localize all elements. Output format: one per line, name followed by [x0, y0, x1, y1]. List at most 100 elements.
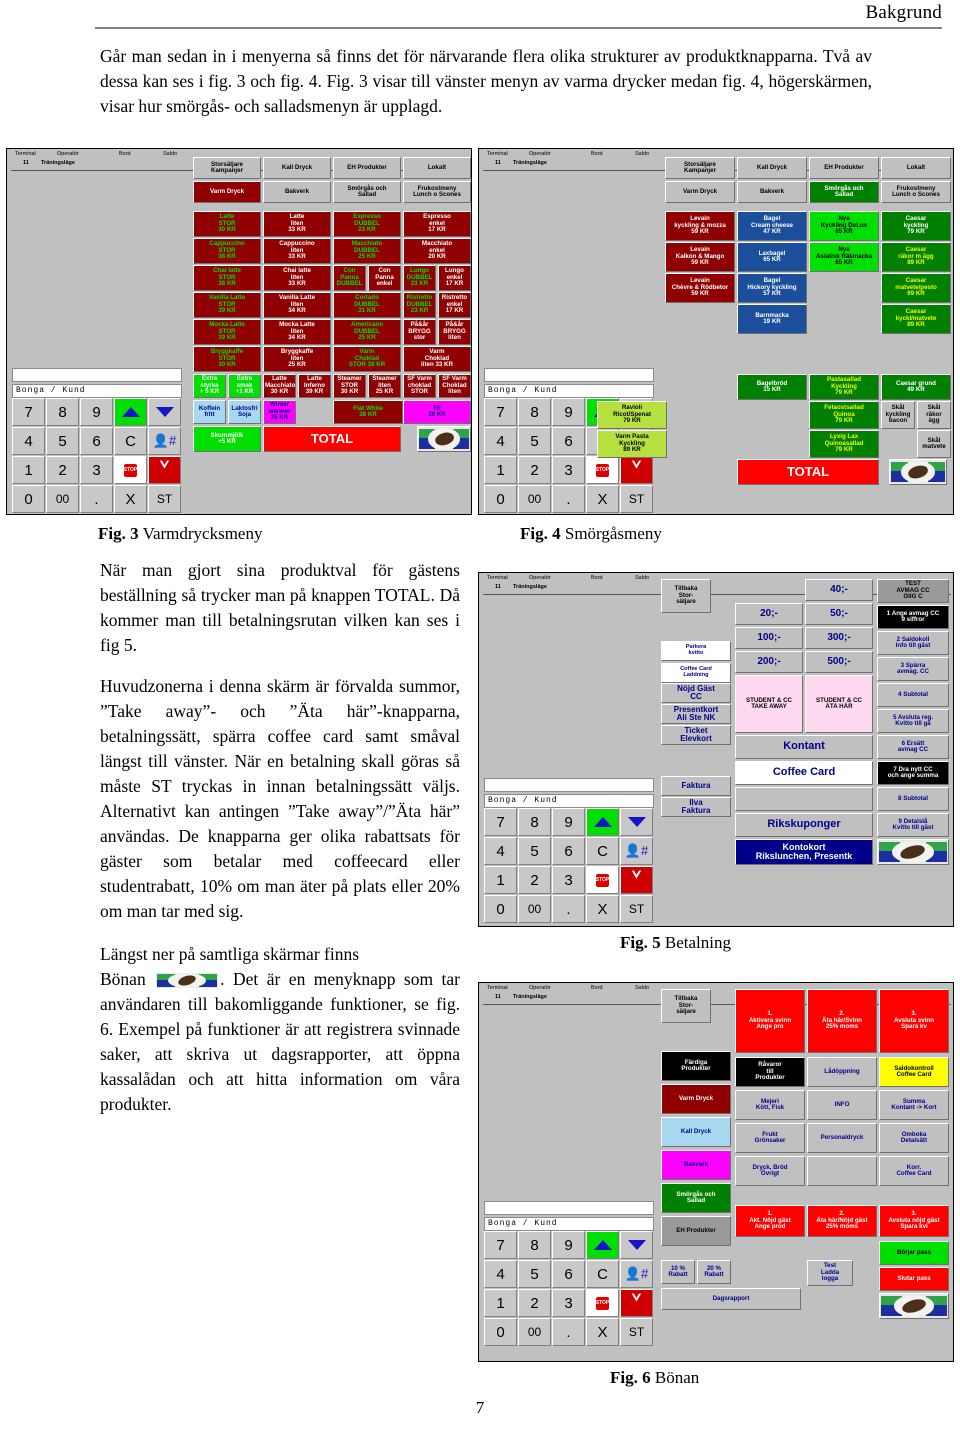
product-varm-choklad-liten[interactable]: Varm Choklad liten 33 KR [403, 346, 471, 372]
key-2[interactable]: 2 [518, 866, 551, 894]
product-lyxig-lax-quinoasallad[interactable]: Lyxig Lax Quinoasallad 79 KR [809, 430, 879, 458]
key-00[interactable]: 00 [46, 485, 79, 513]
borjar-pass-button[interactable]: Börjar pass [879, 1241, 949, 1265]
key-3[interactable]: 3 [80, 456, 113, 484]
amount-40[interactable]: 40;- [805, 579, 873, 601]
product-varm-choklad-stor[interactable]: Varm Choklad STOR 38 KR [333, 346, 401, 372]
key-1[interactable]: 1 [484, 456, 517, 484]
mod-extra-smak[interactable]: Extra smak +1 KR [228, 374, 261, 398]
product-latte-macchiato[interactable]: Latte Macchiato 30 KR [263, 374, 296, 398]
key-x[interactable]: X [586, 1318, 619, 1346]
key-6[interactable]: 6 [552, 1260, 585, 1288]
category-smorgas-sallad[interactable]: Smörgås och Sallad [661, 1183, 731, 1213]
pos-screen-fig5[interactable]: Terminal Operatör Bord Saldo 11 Träningsläge B… [478, 572, 954, 927]
product-vanilla-stor[interactable]: Vanilla Latte STOR 39 KR [193, 292, 261, 318]
numeric-keypad[interactable]: 789 456C 👤# 123 STOP ᘁ 000.XST [484, 1231, 653, 1346]
product-te[interactable]: TE 28 KR [403, 400, 471, 424]
student-ata-har[interactable]: STUDENT & CC ÄTA HÄR [805, 675, 873, 733]
fn-button-5[interactable]: Faktura [661, 776, 731, 796]
key-7[interactable]: 7 [484, 808, 517, 836]
fn-button-2[interactable]: Nöjd Gäst CC [661, 683, 731, 703]
key-st[interactable]: ST [620, 895, 653, 923]
product-latte-liten[interactable]: Latte liten 33 KR [263, 211, 331, 237]
key-2[interactable]: 2 [518, 456, 551, 484]
key-00[interactable]: 00 [518, 485, 551, 513]
back-button[interactable]: Tillbaka Stor-säljare [661, 989, 711, 1023]
product-latte-stor[interactable]: Latte STOR 30 KR [193, 211, 261, 237]
fn-blank[interactable] [807, 1156, 877, 1186]
total-button[interactable]: TOTAL [737, 459, 879, 485]
avmag-button-2[interactable]: 2 Saldokoll Info till gäst [877, 631, 949, 655]
key-st[interactable]: ST [620, 1318, 653, 1346]
avmag-button-0[interactable]: TEST AVMAG CC GIIG C [877, 579, 949, 603]
bean-icon-button[interactable] [889, 459, 947, 485]
fn-korr-coffee-card[interactable]: Korr. Coffee Card [879, 1156, 949, 1186]
product-ristretto-dubbel[interactable]: Ristretto DUBBEL 23 KR [403, 292, 436, 318]
key-stop[interactable]: STOP [114, 456, 147, 484]
key-stop[interactable]: STOP [586, 1289, 619, 1317]
product-mocka-liten[interactable]: Mocka Latte liten 34 KR [263, 319, 331, 345]
category-kall-dryck[interactable]: Kall Dryck [661, 1117, 731, 1147]
key-4[interactable]: 4 [484, 837, 517, 865]
key-s[interactable]: ᘁ [620, 866, 653, 894]
product-vanilla-liten[interactable]: Vanilla Latte liten 34 KR [263, 292, 331, 318]
product-bagel-cream-cheese[interactable]: Bagel Cream cheese 47 KR [737, 211, 807, 241]
key-person[interactable]: 👤# [620, 1260, 653, 1288]
receipt-amount-field[interactable] [484, 368, 654, 382]
product-caesar-matvete-pesto[interactable]: Caesar matvete/pesto 69 KR [881, 273, 951, 303]
product-ravioli-ricot-spenat[interactable]: Ravioli Ricot/Spenat 79 KR [597, 401, 667, 429]
fn-saldokontroll-coffee-card[interactable]: Saldokontroll Coffee Card [879, 1057, 949, 1087]
product-steamer-stor[interactable]: Steamer STOR 30 KR [333, 374, 366, 398]
pay-coffee-card[interactable]: Coffee Card [735, 761, 873, 785]
amount-500[interactable]: 500;- [805, 651, 873, 673]
avmag-button-5[interactable]: 5 Avsluta reg. Kvitto till gä [877, 709, 949, 733]
tab2-1[interactable]: Bakverk [737, 181, 807, 203]
tab-2[interactable]: EH Produkter [333, 157, 401, 179]
product-sf-varm-choklad-liten[interactable]: SF Varm Choklad liten [438, 374, 471, 398]
product-espresso-dubbel[interactable]: Espresso DUBBEL 23 KR [333, 211, 401, 237]
key-6[interactable]: 6 [552, 427, 585, 455]
product-levain-kalkon-mango[interactable]: Levain Kalkon & Mango 59 KR [665, 242, 735, 272]
amount-200[interactable]: 200;- [735, 651, 803, 673]
tab2-0[interactable]: Varm Dryck [665, 181, 735, 203]
fn-info[interactable]: INFO [807, 1090, 877, 1120]
tab2-3[interactable]: Frukostmeny Lunch o Scones [881, 181, 951, 203]
product-varm-pasta-kyckling[interactable]: Varm Pasta Kyckling 89 KR [597, 430, 667, 458]
bean-icon-button[interactable] [877, 839, 949, 865]
key-5[interactable]: 5 [518, 1260, 551, 1288]
product-fetaostsallad-quinoa[interactable]: Fetaostsallad Quinoa 79 KR [809, 401, 879, 429]
product-pastasallad-kyckling[interactable]: Pastasallad Kyckling 79 KR [809, 374, 879, 400]
mod-laktosfri-soja[interactable]: Laktosfri Soja [228, 400, 261, 424]
tab-0[interactable]: Storsäljare Kampanjer [665, 157, 735, 179]
key-4[interactable]: 4 [484, 427, 517, 455]
tab2-2[interactable]: Smörgås och Sallad [809, 181, 879, 203]
tab-1[interactable]: Kall Dryck [263, 157, 331, 179]
receipt-amount-field[interactable] [484, 1201, 654, 1215]
key-00[interactable]: 00 [518, 895, 551, 923]
product-bagel-hickory-kyckling[interactable]: Bagel Hickory kyckling 57 KR [737, 273, 807, 303]
key-3[interactable]: 3 [552, 456, 585, 484]
avmag-button-6[interactable]: 6 Ersätt avmag CC [877, 735, 949, 759]
avmag-button-4[interactable]: 4 Subtotal [877, 683, 949, 707]
key-x[interactable]: X [586, 895, 619, 923]
fn-button-6[interactable]: Ilva Faktura [661, 797, 731, 817]
key-st[interactable]: ST [148, 485, 181, 513]
mod-extra-styrka[interactable]: Extra styrka + 5 KR [193, 374, 226, 398]
pay-blank[interactable] [735, 787, 873, 811]
key-stop[interactable]: STOP [586, 866, 619, 894]
receipt-amount-field[interactable] [12, 368, 182, 382]
avmag-button-1[interactable]: 1 Ange avmag CC 9 siffror [877, 605, 949, 629]
svinn-button-0[interactable]: 1. Aktivera svinn Ange pro [735, 989, 805, 1053]
product-steamer-liten[interactable]: Steamer liten 25 KR [368, 374, 401, 398]
dagsrapport-button[interactable]: Dagsrapport [661, 1288, 801, 1310]
fn-summa-kontant-kort[interactable]: Summa Kontant -> Kort [879, 1090, 949, 1120]
product-bryggkaffe-stor[interactable]: Bryggkaffe STOR 30 KR [193, 346, 261, 372]
product-nya-kyckling-delux[interactable]: Nya Kyckling DeLux 65 KR [809, 211, 879, 241]
product-laxbagel[interactable]: Laxbagel 65 KR [737, 242, 807, 272]
nojd-button-1[interactable]: 2. Äta här/Nöjd gäst 25% moms [807, 1205, 877, 1237]
key-9[interactable]: 9 [552, 1231, 585, 1259]
fn-omboka-detalsatt[interactable]: Omboka Detalsätt [879, 1123, 949, 1153]
product-flat-white[interactable]: Flat White 38 KR [333, 400, 403, 424]
product-cappuccino-liten[interactable]: Cappuccino liten 33 KR [263, 238, 331, 264]
key-5[interactable]: 5 [518, 427, 551, 455]
